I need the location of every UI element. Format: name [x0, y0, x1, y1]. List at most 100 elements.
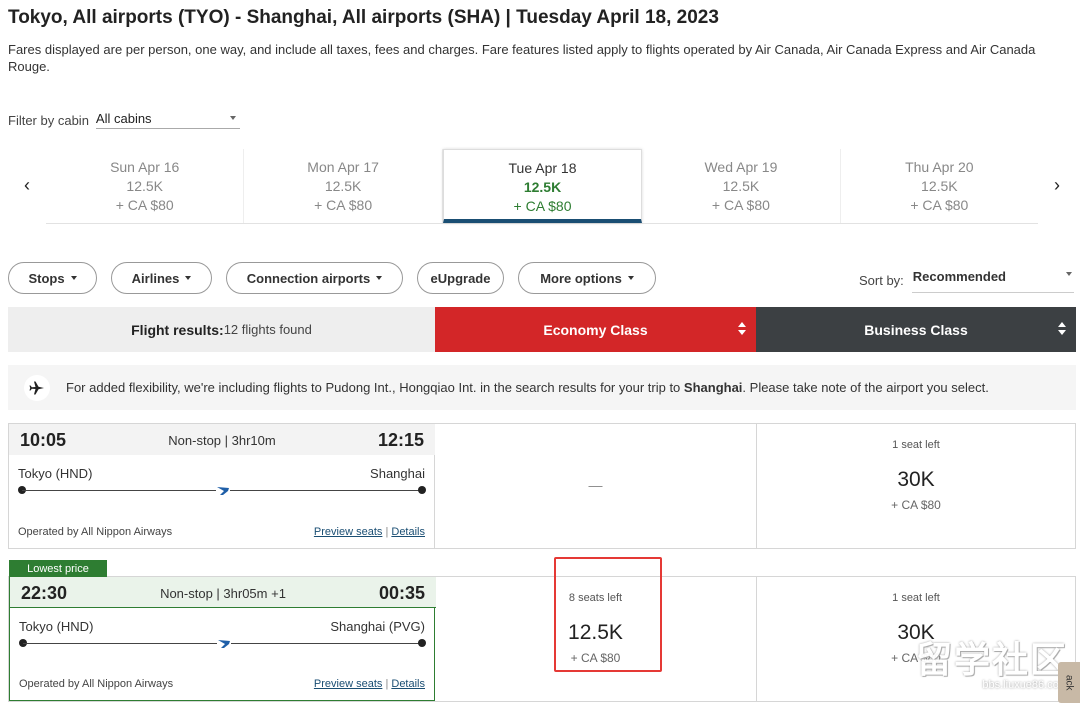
date-day: Sun Apr 16: [110, 159, 180, 175]
results-summary: Flight results: 12 flights found: [8, 307, 435, 352]
date-option-apr-17[interactable]: Mon Apr 17 12.5K + CA $80: [244, 149, 443, 223]
seats-left: 1 seat left: [892, 592, 940, 604]
arrival-time: 00:35: [378, 583, 425, 603]
business-class-column-header[interactable]: Business Class: [756, 307, 1076, 352]
business-fare-cell[interactable]: 1 seat left 30K + CA $80: [757, 424, 1075, 548]
lowest-price-badge: Lowest price: [9, 560, 107, 577]
pill-label: Airlines: [131, 270, 180, 286]
preview-seats-link[interactable]: Preview seats: [314, 526, 382, 538]
fare-unavailable: —: [588, 477, 603, 493]
destination-airport: Shanghai (PVG): [330, 619, 425, 634]
operated-by: Operated by All Nippon Airways: [19, 678, 174, 690]
economy-fare-cell: —: [435, 424, 757, 548]
link-separator: |: [385, 526, 389, 538]
date-option-apr-20[interactable]: Thu Apr 20 12.5K + CA $80: [841, 149, 1038, 223]
date-fee: + CA $80: [314, 197, 373, 213]
flight-duration: Non-stop | 3hr05m +1: [160, 586, 286, 601]
watermark-logo: 留学社区: [915, 639, 1068, 680]
date-day: Mon Apr 17: [307, 159, 379, 175]
operated-by: Operated by All Nippon Airways: [18, 526, 173, 538]
economy-fare-cell[interactable]: 8 seats left 12.5K + CA $80: [435, 577, 757, 701]
caret-down-icon: [376, 276, 383, 280]
filter-pills: Stops Airlines Connection airports eUpgr…: [8, 262, 670, 294]
destination-dot: [418, 486, 426, 494]
flight-result-row: 10:05 Non-stop | 3hr10m 12:15 Tokyo (HND…: [8, 423, 1076, 549]
results-summary-label: Flight results:: [131, 321, 224, 338]
flight-duration: Non-stop | 3hr10m: [168, 433, 276, 448]
flight-links: Preview seats | Details: [314, 678, 425, 690]
link-separator: |: [385, 678, 389, 690]
airplane-icon: [24, 374, 50, 401]
cabin-filter-value: All cabins: [95, 111, 152, 126]
date-fee: + CA $80: [513, 198, 572, 214]
date-day: Wed Apr 19: [704, 159, 778, 175]
date-fee: + CA $80: [711, 197, 770, 213]
pill-label: More options: [540, 270, 622, 286]
sort-toggle-icon: [738, 322, 746, 335]
airline-logo-icon: [216, 484, 230, 496]
airline-logo-icon: [217, 637, 231, 649]
seats-left: 8 seats left: [568, 592, 623, 604]
fare-fee: + CA $80: [570, 651, 621, 665]
sort-label: Sort by:: [859, 272, 904, 288]
origin-airport: Tokyo (HND): [18, 466, 93, 481]
fare-points: 12.5K: [568, 621, 623, 644]
date-day: Tue Apr 18: [508, 160, 577, 176]
cabin-filter-select[interactable]: All cabins: [95, 111, 240, 129]
date-selector: Sun Apr 16 12.5K + CA $80 Mon Apr 17 12.…: [46, 149, 1038, 224]
date-points: 12.5K: [921, 178, 958, 194]
arrival-time: 12:15: [377, 430, 424, 450]
fare-points: 30K: [897, 468, 935, 491]
preview-seats-link[interactable]: Preview seats: [314, 678, 382, 690]
caret-down-icon: [627, 276, 634, 280]
sort-toggle-icon: [1058, 322, 1066, 335]
previous-dates-button[interactable]: ‹: [17, 175, 37, 196]
flight-details[interactable]: 10:05 Non-stop | 3hr10m 12:15 Tokyo (HND…: [9, 424, 435, 548]
date-points: 12.5K: [126, 178, 163, 194]
pill-label: Connection airports: [246, 270, 371, 286]
fare-disclaimer: Fares displayed are per person, one way,…: [8, 42, 1036, 74]
pill-label: Stops: [28, 270, 65, 286]
eupgrade-filter-button[interactable]: eUpgrade: [417, 262, 504, 294]
sort-value: Recommended: [912, 269, 1006, 284]
date-fee: + CA $80: [115, 197, 174, 213]
airlines-filter-button[interactable]: Airlines: [111, 262, 212, 294]
stops-filter-button[interactable]: Stops: [8, 262, 97, 294]
date-points: 12.5K: [523, 179, 562, 195]
next-dates-button[interactable]: ›: [1047, 175, 1067, 196]
date-option-apr-19[interactable]: Wed Apr 19 12.5K + CA $80: [642, 149, 841, 223]
page-title: Tokyo, All airports (TYO) - Shanghai, Al…: [8, 7, 719, 28]
more-options-button[interactable]: More options: [518, 262, 656, 294]
seats-left: 1 seat left: [892, 439, 940, 451]
date-points: 12.5K: [722, 178, 760, 194]
date-option-apr-16[interactable]: Sun Apr 16 12.5K + CA $80: [46, 149, 245, 223]
date-day: Thu Apr 20: [905, 159, 974, 175]
watermark: 留学社区 bbs.liuxue86.com: [916, 631, 1068, 691]
business-class-label: Business Class: [864, 321, 968, 338]
flight-links: Preview seats | Details: [314, 526, 425, 538]
chevron-down-icon: [1065, 272, 1072, 276]
date-option-apr-18[interactable]: Tue Apr 18 12.5K + CA $80: [442, 149, 643, 223]
flight-time-bar: 22:30 Non-stop | 3hr05m +1 00:35: [10, 577, 436, 608]
results-count: 12 flights found: [223, 322, 312, 337]
destination-dot: [418, 639, 426, 647]
pill-label: eUpgrade: [430, 270, 491, 286]
caret-down-icon: [185, 276, 192, 280]
sort-select[interactable]: Recommended: [911, 267, 1074, 293]
feedback-side-tab[interactable]: ack: [1058, 662, 1080, 703]
flight-details[interactable]: 22:30 Non-stop | 3hr05m +1 00:35 Tokyo (…: [9, 577, 436, 701]
date-fee: + CA $80: [910, 197, 969, 213]
details-link[interactable]: Details: [391, 526, 425, 538]
cabin-filter: Filter by cabin All cabins: [8, 111, 240, 129]
details-link[interactable]: Details: [391, 678, 425, 690]
origin-airport: Tokyo (HND): [19, 619, 94, 634]
flight-time-bar: 10:05 Non-stop | 3hr10m 12:15: [9, 424, 435, 455]
caret-down-icon: [70, 276, 77, 280]
results-header: Flight results: 12 flights found Economy…: [8, 307, 1076, 352]
fare-fee: + CA $80: [891, 498, 941, 512]
chevron-down-icon: [229, 116, 236, 120]
date-points: 12.5K: [324, 178, 362, 194]
cabin-filter-label: Filter by cabin: [8, 112, 89, 128]
connection-airports-filter-button[interactable]: Connection airports: [226, 262, 403, 294]
economy-class-column-header[interactable]: Economy Class: [435, 307, 756, 352]
